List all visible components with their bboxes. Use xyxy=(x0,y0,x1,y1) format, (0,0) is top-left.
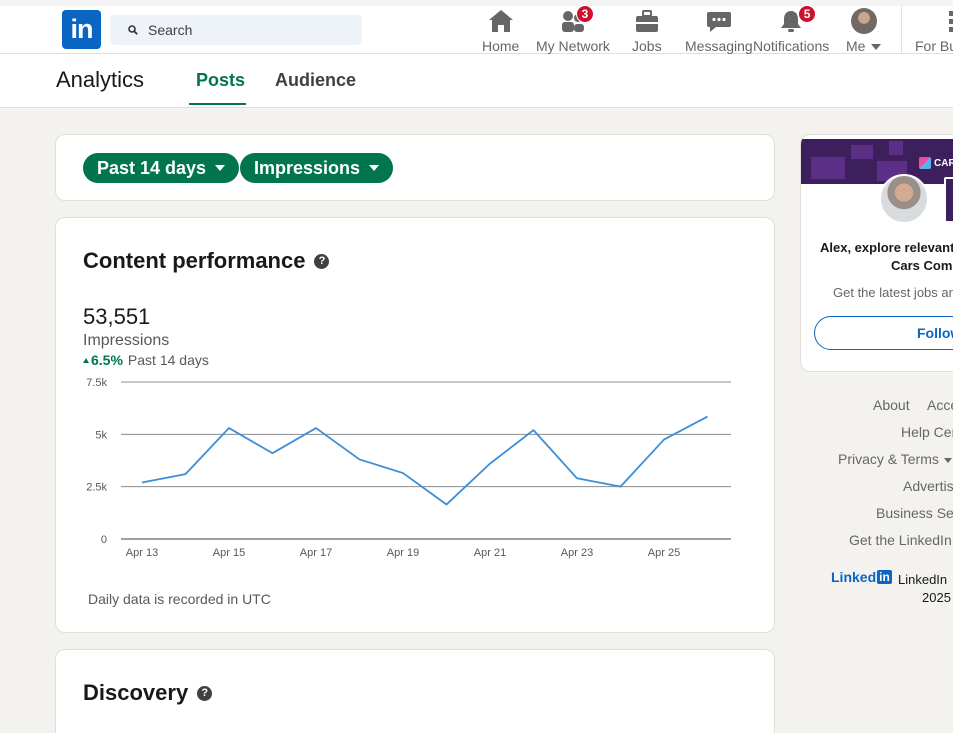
avatar xyxy=(850,8,877,34)
chart-footnote: Daily data is recorded in UTC xyxy=(88,591,271,607)
follow-label: Follow xyxy=(917,325,953,341)
y-tick-label: 2.5k xyxy=(86,482,107,494)
home-icon xyxy=(488,8,514,34)
series-line xyxy=(141,415,708,506)
network-icon: 3 xyxy=(560,5,594,34)
tab-posts[interactable]: Posts xyxy=(196,70,245,91)
nav-label: Notifications xyxy=(753,38,830,54)
active-tab-indicator xyxy=(189,103,246,105)
footer-link-privacy-terms[interactable]: Privacy & Terms xyxy=(838,451,952,467)
briefcase-icon xyxy=(634,8,660,34)
promo-subtext: Get the latest jobs and xyxy=(833,285,953,300)
footer-link-get-app[interactable]: Get the LinkedIn a xyxy=(849,532,953,548)
nav-jobs[interactable]: Jobs xyxy=(632,8,662,54)
top-navigation: in Search Home 3 My Network Jobs Messagi… xyxy=(0,0,953,54)
tab-audience[interactable]: Audience xyxy=(275,70,356,91)
nav-notifications[interactable]: 5 Notifications xyxy=(753,5,830,54)
footer-link-advertising[interactable]: Advertisi xyxy=(903,478,953,494)
promo-headline-company: Cars Comm xyxy=(891,258,953,273)
content-performance-card: Content performance ? 53,551 Impressions… xyxy=(55,217,775,633)
page-title: Analytics xyxy=(56,67,145,92)
avatar xyxy=(879,174,929,224)
nav-for-business[interactable]: For Bu xyxy=(915,8,953,54)
nav-label: Home xyxy=(482,38,520,54)
x-tick-label: Apr 15 xyxy=(213,547,245,559)
copyright-prefix: LinkedIn xyxy=(898,572,948,587)
nav-divider xyxy=(901,6,902,54)
nav-me-label-wrap: Me xyxy=(846,38,882,54)
me-avatar-wrap xyxy=(850,8,877,34)
period-filter-label: Past 14 days xyxy=(97,157,207,178)
company-logo[interactable] xyxy=(944,177,953,223)
company-promo-card: CAR Alex, explore relevant o Cars Comm G… xyxy=(800,134,953,372)
nav-me[interactable]: Me xyxy=(846,8,882,54)
y-tick-label: 7.5k xyxy=(86,377,107,389)
nav-my-network[interactable]: 3 My Network xyxy=(536,5,610,54)
messaging-icon xyxy=(706,8,732,34)
period-filter-dropdown[interactable]: Past 14 days xyxy=(83,153,240,183)
nav-label: Messaging xyxy=(685,38,753,54)
x-tick-label: Apr 23 xyxy=(561,547,593,559)
section-title: Discovery xyxy=(83,680,189,705)
linkedin-logo-icon[interactable]: in xyxy=(62,10,101,49)
metric-filter-dropdown[interactable]: Impressions xyxy=(240,153,394,183)
search-input[interactable]: Search xyxy=(110,15,362,45)
help-icon[interactable]: ? xyxy=(197,685,213,701)
notification-badge: 3 xyxy=(575,5,594,23)
copyright-year: 2025 xyxy=(922,590,951,605)
wordmark-text: Linked xyxy=(831,569,877,585)
discovery-heading: Discovery ? xyxy=(83,680,213,706)
follow-button[interactable]: Follow xyxy=(814,316,953,350)
banner-tile xyxy=(851,145,873,159)
nav-label: Me xyxy=(846,38,866,54)
footer-link-accessibility[interactable]: Acce xyxy=(927,397,953,413)
nav-home[interactable]: Home xyxy=(482,8,519,54)
company-mark-icon xyxy=(919,157,931,169)
wordmark-in: in xyxy=(877,570,892,584)
footer-link-business-services[interactable]: Business Serv xyxy=(876,505,953,521)
banner-company-name: CAR xyxy=(934,157,953,169)
footer-link-about[interactable]: About xyxy=(873,397,910,413)
footer-link-label: Privacy & Terms xyxy=(838,451,939,467)
y-tick-label: 5k xyxy=(95,429,107,441)
linkedin-wordmark: Linked in xyxy=(831,569,892,585)
x-tick-label: Apr 21 xyxy=(474,547,506,559)
banner-tile xyxy=(811,157,845,179)
banner-tile xyxy=(889,141,903,155)
search-placeholder: Search xyxy=(148,22,193,38)
nav-label: For Bu xyxy=(915,38,953,54)
search-icon xyxy=(128,25,138,35)
filter-card: Past 14 days Impressions xyxy=(55,134,775,201)
metric-filter-label: Impressions xyxy=(254,157,361,178)
bell-icon: 5 xyxy=(778,5,817,34)
x-tick-label: Apr 19 xyxy=(387,547,419,559)
banner-company-logo: CAR xyxy=(919,157,953,169)
caret-down-icon xyxy=(369,165,380,171)
discovery-card: Discovery ? xyxy=(55,649,775,733)
nav-messaging[interactable]: Messaging xyxy=(685,8,753,54)
x-tick-label: Apr 25 xyxy=(648,547,680,559)
notification-badge: 5 xyxy=(798,5,817,23)
nav-label: Jobs xyxy=(632,38,662,54)
promo-headline: Alex, explore relevant o xyxy=(820,240,953,255)
grid-icon xyxy=(915,8,953,34)
chevron-down-icon xyxy=(943,457,952,463)
analytics-subnav: Analytics Posts Audience xyxy=(0,54,953,108)
nav-label: My Network xyxy=(536,38,610,54)
x-tick-label: Apr 17 xyxy=(300,547,332,559)
company-banner: CAR xyxy=(801,139,953,184)
caret-down-icon xyxy=(215,165,226,171)
footer-link-help-center[interactable]: Help Cen xyxy=(901,424,953,440)
y-tick-label: 0 xyxy=(101,534,107,546)
chevron-down-icon xyxy=(871,44,882,51)
x-tick-label: Apr 13 xyxy=(126,547,158,559)
impressions-line-chart[interactable]: 0 2.5k 5k 7.5k Apr 13 Apr 15 Apr 17 Apr 19 Apr 2… xyxy=(56,218,776,634)
